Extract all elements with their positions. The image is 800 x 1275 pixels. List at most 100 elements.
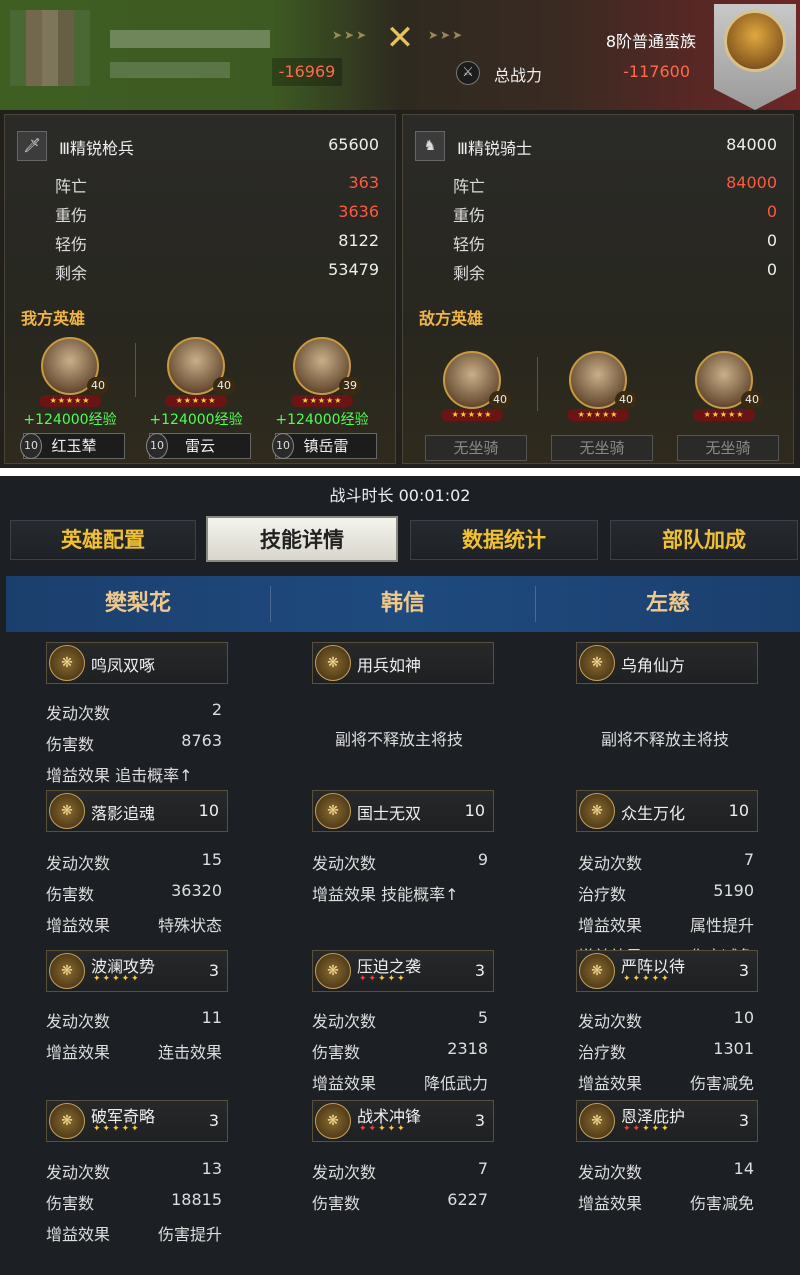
skill-card[interactable]: ❋ 落影追魂 10 bbox=[46, 790, 228, 832]
player-name-blurred bbox=[110, 30, 270, 48]
skill-stat-label: 增益效果 bbox=[46, 1043, 111, 1062]
battle-summary: ➤➤➤ ✕ ➤➤➤ -16969 ⚔ 总战力 -117600 8阶普通蛮族 🗡 … bbox=[0, 0, 800, 468]
power-label: 总战力 bbox=[494, 66, 543, 85]
enemy-power-change: -117600 bbox=[623, 62, 690, 81]
skill-stat-value: 14 bbox=[733, 1159, 754, 1178]
skill-stat-value: 伤害减免 bbox=[689, 1074, 754, 1093]
tab-skill-details[interactable]: 技能详情 bbox=[206, 516, 398, 562]
skill-stat-value: 1301 bbox=[713, 1039, 754, 1058]
skill-stat-value: 9 bbox=[477, 850, 488, 869]
skill-stat-value: 13 bbox=[201, 1159, 222, 1178]
tab-hero-config[interactable]: 英雄配置 bbox=[10, 520, 196, 560]
skill-stat-label: 增益效果 bbox=[578, 916, 643, 935]
star-rating: ★★★★★ bbox=[291, 395, 353, 407]
skill-stat-value: 15 bbox=[201, 850, 222, 869]
tab-statistics[interactable]: 数据统计 bbox=[410, 520, 598, 560]
skill-card[interactable]: ❋ 国士无双 10 bbox=[312, 790, 494, 832]
hero-level: 40 bbox=[615, 391, 637, 409]
enemy-hero-card[interactable]: 40 ★★★★★ 无坐骑 bbox=[543, 351, 653, 479]
skill-stat-value: 伤害减免 bbox=[689, 1194, 754, 1213]
enemy-hero-card[interactable]: 40 ★★★★★ 无坐骑 bbox=[417, 351, 527, 479]
my-army-panel: 🗡 Ⅲ精锐枪兵 65600 阵亡 363 重伤 3636 轻伤 8122 剩余 5347… bbox=[4, 114, 396, 464]
skill-level: 10 bbox=[198, 801, 219, 820]
skill-stat-value: 2 bbox=[211, 700, 222, 719]
skill-name: 众生万化 bbox=[621, 804, 686, 823]
stat-value: 3636 bbox=[338, 202, 379, 221]
skill-name: 鸣凤双啄 bbox=[91, 656, 156, 675]
skill-stat-row: 增益效果 特殊状态 bbox=[46, 912, 222, 936]
skill-card[interactable]: ❋ 破军奇略 ✦✦✦✦✦ 3 bbox=[46, 1100, 228, 1142]
skill-card[interactable]: ❋ 严阵以待 ✦✦✦✦✦ 3 bbox=[576, 950, 758, 992]
skill-stat-row: 增益效果 追击概率↑ bbox=[46, 762, 222, 786]
my-hero-card[interactable]: 39 ★★★★★ +124000经验 10 镇岳雷 bbox=[267, 337, 377, 465]
hero-level: 40 bbox=[87, 377, 109, 395]
unit-total: 65600 bbox=[328, 135, 379, 154]
skill-level: 3 bbox=[208, 961, 219, 980]
skill-stat-label: 伤害数 bbox=[312, 1043, 361, 1062]
enemy-portrait[interactable] bbox=[724, 10, 786, 72]
skill-stat-row: 发动次数 7 bbox=[312, 1159, 488, 1183]
skill-icon: ❋ bbox=[315, 1103, 351, 1139]
skill-icon: ❋ bbox=[579, 793, 615, 829]
hero-level: 40 bbox=[741, 391, 763, 409]
skill-stat-row: 增益效果 伤害减免 bbox=[578, 1070, 754, 1094]
skill-stat-label: 发动次数 bbox=[46, 854, 111, 873]
tab-troop-bonus[interactable]: 部队加成 bbox=[610, 520, 798, 560]
skill-stat-row: 伤害数 36320 bbox=[46, 881, 222, 905]
hero-column-title: 左慈 bbox=[645, 591, 690, 616]
hero-exp: +124000经验 bbox=[275, 412, 369, 428]
skill-stat-row: 增益效果 连击效果 bbox=[46, 1039, 222, 1063]
skill-icon: ❋ bbox=[579, 1103, 615, 1139]
skill-card[interactable]: ❋ 鸣凤双啄 bbox=[46, 642, 228, 684]
hero-name-plate: 10 镇岳雷 bbox=[272, 433, 377, 459]
hero-name-level: 10 bbox=[272, 433, 294, 459]
stat-row: 剩余 0 bbox=[453, 260, 777, 286]
skill-card[interactable]: ❋ 波澜攻势 ✦✦✦✦✦ 3 bbox=[46, 950, 228, 992]
my-hero-card[interactable]: 40 ★★★★★ +124000经验 10 雷云 bbox=[141, 337, 251, 465]
skill-card[interactable]: ❋ 恩泽庇护 ✦✦✦✦✦ 3 bbox=[576, 1100, 758, 1142]
unit-name: Ⅲ精锐枪兵 bbox=[59, 139, 135, 158]
stat-value: 363 bbox=[348, 173, 379, 192]
skill-stat-label: 伤害数 bbox=[46, 735, 95, 754]
skill-stat-row: 发动次数 2 bbox=[46, 700, 222, 724]
stat-row: 剩余 53479 bbox=[55, 260, 379, 286]
star-rating: ★★★★★ bbox=[165, 395, 227, 407]
skill-stat-row: 增益效果 技能概率↑ bbox=[312, 881, 488, 905]
skill-stat-value: 属性提升 bbox=[689, 916, 754, 935]
battle-header: ➤➤➤ ✕ ➤➤➤ -16969 ⚔ 总战力 -117600 8阶普通蛮族 bbox=[0, 0, 800, 110]
skill-note: 副将不释放主将技 bbox=[600, 730, 729, 749]
skill-card[interactable]: ❋ 众生万化 10 bbox=[576, 790, 758, 832]
unit-name: Ⅲ精锐骑士 bbox=[457, 139, 533, 158]
section-title: 我方英雄 bbox=[21, 309, 86, 328]
skill-card[interactable]: ❋ 战术冲锋 ✦✦✦✦✦ 3 bbox=[312, 1100, 494, 1142]
skill-card[interactable]: ❋ 用兵如神 bbox=[312, 642, 494, 684]
arrows-right-icon: ➤➤➤ bbox=[428, 28, 465, 42]
skill-name: 用兵如神 bbox=[357, 656, 422, 675]
my-power-change: -16969 bbox=[272, 58, 342, 86]
hero-level: 40 bbox=[489, 391, 511, 409]
enemy-hero-card[interactable]: 40 ★★★★★ 无坐骑 bbox=[669, 351, 779, 479]
screenshot-divider bbox=[0, 468, 800, 476]
power-icon: ⚔ bbox=[456, 61, 480, 85]
skill-stat-label: 发动次数 bbox=[46, 704, 111, 723]
hero-level: 40 bbox=[213, 377, 235, 395]
skill-stat-row: 增益效果 伤害减免 bbox=[578, 1190, 754, 1214]
hero-exp: +124000经验 bbox=[23, 412, 117, 428]
skill-stat-value: 36320 bbox=[171, 881, 222, 900]
skill-stat-value: 11 bbox=[201, 1008, 222, 1027]
skill-stat-label: 增益效果 bbox=[46, 916, 111, 935]
battle-duration: 战斗时长 00:01:02 bbox=[329, 486, 471, 505]
skill-stat-row: 治疗数 5190 bbox=[578, 881, 754, 905]
skill-stat-label: 增益效果 追击概率↑ bbox=[46, 766, 193, 785]
star-rating: ✦✦✦✦✦ bbox=[93, 1124, 141, 1134]
skill-card[interactable]: ❋ 压迫之袭 ✦✦✦✦✦ 3 bbox=[312, 950, 494, 992]
skill-stat-row: 发动次数 14 bbox=[578, 1159, 754, 1183]
stat-label: 阵亡 bbox=[453, 177, 486, 196]
skill-card[interactable]: ❋ 乌角仙方 bbox=[576, 642, 758, 684]
player-avatar[interactable] bbox=[10, 10, 90, 86]
skill-icon: ❋ bbox=[579, 953, 615, 989]
unit-total: 84000 bbox=[726, 135, 777, 154]
stat-row: 重伤 0 bbox=[453, 202, 777, 228]
my-hero-card[interactable]: 40 ★★★★★ +124000经验 10 红玉辇 bbox=[15, 337, 125, 465]
skill-stat-row: 发动次数 11 bbox=[46, 1008, 222, 1032]
